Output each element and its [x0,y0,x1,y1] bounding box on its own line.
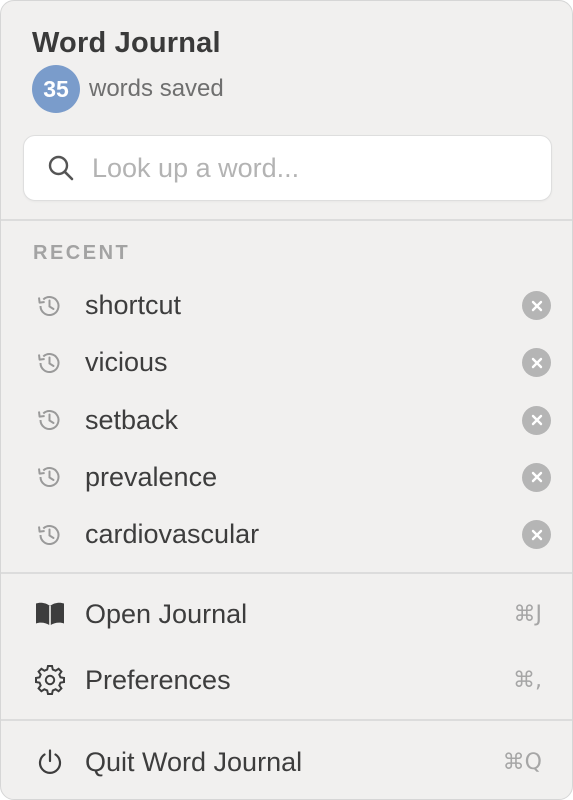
recent-item[interactable]: vicious [1,334,572,391]
quit-menu-item[interactable]: Quit Word Journal ⌘Q [1,734,572,790]
clear-icon[interactable] [522,348,551,378]
preferences-shortcut: ⌘, [513,667,542,693]
recent-section-label: RECENT [33,242,131,264]
clear-icon[interactable] [522,405,551,435]
recent-word: vicious [85,347,168,378]
open-journal-menu-item[interactable]: Open Journal ⌘J [1,586,572,642]
saved-count-label: words saved [89,75,224,102]
search-input[interactable] [92,148,522,188]
open-journal-shortcut: ⌘J [513,601,543,627]
saved-count-row: 35 words saved [32,65,224,113]
recent-word: cardiovascular [85,519,260,550]
open-journal-label: Open Journal [85,598,248,629]
preferences-menu-item[interactable]: Preferences ⌘, [1,652,572,708]
clear-icon[interactable] [522,520,551,550]
recent-word: shortcut [85,290,182,321]
recent-word: setback [85,404,179,435]
history-icon [34,291,64,321]
quit-shortcut: ⌘Q [502,749,542,775]
recent-list: shortcut vicious setback prevalence card… [1,277,572,563]
history-icon [34,462,64,492]
power-icon [33,745,67,779]
history-icon [34,405,64,435]
preferences-label: Preferences [85,664,231,695]
history-icon [34,348,64,378]
word-journal-menu-panel: Word Journal 35 words saved RECENT short… [0,0,573,800]
clear-icon[interactable] [522,291,551,321]
divider [1,719,572,721]
recent-item[interactable]: cardiovascular [1,506,572,563]
divider [1,572,572,574]
recent-word: prevalence [85,461,218,492]
divider [1,219,572,221]
history-icon [34,520,64,550]
app-title: Word Journal [32,27,221,59]
search-box[interactable] [23,135,552,201]
book-icon [33,597,67,631]
gear-icon [33,663,67,697]
search-icon [46,153,76,183]
recent-item[interactable]: shortcut [1,277,572,334]
recent-item[interactable]: prevalence [1,449,572,506]
quit-label: Quit Word Journal [85,746,303,777]
saved-count-badge: 35 [32,65,80,113]
clear-icon[interactable] [522,462,551,492]
recent-item[interactable]: setback [1,392,572,449]
